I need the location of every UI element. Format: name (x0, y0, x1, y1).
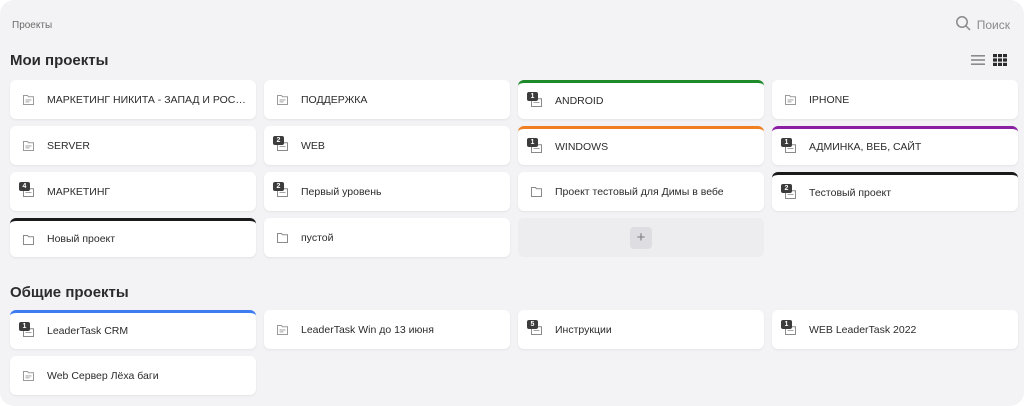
project-name: МАРКЕТИНГ НИКИТА - ЗАПАД И РОССИЯ (47, 93, 256, 106)
projects-page: Проекты Поиск Мои проекты МАРКЕТИНГ НИКИ… (0, 0, 1024, 406)
project-card[interactable]: 1 ANDROID (518, 80, 764, 119)
shared-project-icon: 1 (527, 91, 543, 108)
project-card[interactable]: Новый проект (10, 218, 256, 257)
project-name: ПОДДЕРЖКА (301, 93, 368, 106)
project-name: WINDOWS (555, 141, 609, 153)
project-card[interactable]: 1 АДМИНКА, ВЕБ, САЙТ (772, 126, 1018, 165)
shared-project-icon: 2 (781, 183, 797, 200)
project-file-icon (276, 323, 289, 336)
member-count-badge: 1 (781, 320, 792, 329)
project-card[interactable]: 5 Инструкции (518, 310, 764, 349)
project-card[interactable]: 1 WINDOWS (518, 126, 764, 165)
folder-icon (530, 185, 543, 198)
project-file-icon (22, 93, 35, 106)
project-card[interactable]: LeaderTask Win до 13 июня (264, 310, 510, 349)
project-name: SERVER (47, 139, 90, 152)
search-button[interactable]: Поиск (955, 15, 1010, 34)
list-view-icon[interactable] (970, 52, 986, 68)
member-count-badge: 4 (19, 182, 30, 191)
project-card[interactable]: 1 LeaderTask CRM (10, 310, 256, 349)
project-name: пустой (301, 231, 334, 244)
plus-icon: + (630, 226, 652, 249)
view-toggle (970, 52, 1008, 68)
breadcrumb[interactable]: Проекты (12, 20, 52, 31)
project-file-icon (276, 93, 289, 106)
project-card[interactable]: SERVER (10, 126, 256, 165)
grid-view-icon[interactable] (992, 52, 1008, 68)
member-count-badge: 1 (19, 321, 30, 331)
shared-project-icon: 5 (527, 320, 543, 336)
member-count-badge: 2 (273, 182, 284, 191)
project-card[interactable]: 2 Первый уровень (264, 172, 510, 211)
project-name: Новый проект (47, 233, 116, 245)
project-name: Первый уровень (301, 185, 382, 198)
member-count-badge: 2 (781, 183, 792, 193)
project-name: WEB LeaderTask 2022 (809, 323, 917, 336)
member-count-badge: 1 (781, 137, 792, 147)
project-file-icon (22, 139, 35, 152)
project-card[interactable]: 2 Тестовый проект (772, 172, 1018, 211)
project-file-icon (22, 369, 35, 382)
project-file-icon (784, 93, 797, 106)
shared-projects-grid: 1 LeaderTask CRM LeaderTask Win до 13 июня… (10, 310, 1018, 395)
shared-project-icon: 1 (19, 321, 35, 338)
project-card[interactable]: 2 WEB (264, 126, 510, 165)
member-count-badge: 1 (527, 137, 538, 147)
my-projects-grid: МАРКЕТИНГ НИКИТА - ЗАПАД И РОССИЯ ПОДДЕРЖ… (10, 80, 1018, 257)
project-name: WEB (301, 139, 325, 152)
project-name: LeaderTask CRM (47, 325, 129, 337)
member-count-badge: 1 (527, 91, 538, 101)
project-card[interactable]: 1 WEB LeaderTask 2022 (772, 310, 1018, 349)
project-name: LeaderTask Win до 13 июня (301, 323, 434, 336)
member-count-badge: 2 (273, 136, 284, 145)
add-project-button[interactable]: + (518, 218, 764, 257)
shared-project-icon: 4 (19, 182, 35, 198)
project-card[interactable]: пустой (264, 218, 510, 257)
project-name: Инструкции (555, 323, 612, 336)
my-projects-title: Мои проекты (10, 52, 109, 69)
project-name: IPHONE (809, 93, 850, 106)
folder-icon (22, 233, 35, 246)
project-name: Web Сервер Лёха баги (47, 369, 159, 382)
project-card[interactable]: 4 МАРКЕТИНГ (10, 172, 256, 211)
folder-icon (276, 231, 289, 244)
search-icon (955, 15, 971, 34)
project-card[interactable]: ПОДДЕРЖКА (264, 80, 510, 119)
project-name: Тестовый проект (809, 187, 892, 199)
shared-project-icon: 2 (273, 182, 289, 198)
project-card[interactable]: IPHONE (772, 80, 1018, 119)
shared-project-icon: 2 (273, 136, 289, 152)
project-name: МАРКЕТИНГ (47, 185, 111, 198)
shared-projects-title: Общие проекты (10, 284, 129, 301)
shared-project-icon: 1 (781, 320, 797, 336)
project-card[interactable]: Web Сервер Лёха баги (10, 356, 256, 395)
project-card[interactable]: МАРКЕТИНГ НИКИТА - ЗАПАД И РОССИЯ (10, 80, 256, 119)
search-label: Поиск (976, 17, 1010, 32)
member-count-badge: 5 (527, 320, 538, 329)
project-name: ANDROID (555, 95, 604, 107)
project-name: АДМИНКА, ВЕБ, САЙТ (809, 141, 922, 153)
project-card[interactable]: Проект тестовый для Димы в вебе (518, 172, 764, 211)
shared-project-icon: 1 (527, 137, 543, 154)
shared-project-icon: 1 (781, 137, 797, 154)
project-name: Проект тестовый для Димы в вебе (555, 185, 724, 198)
